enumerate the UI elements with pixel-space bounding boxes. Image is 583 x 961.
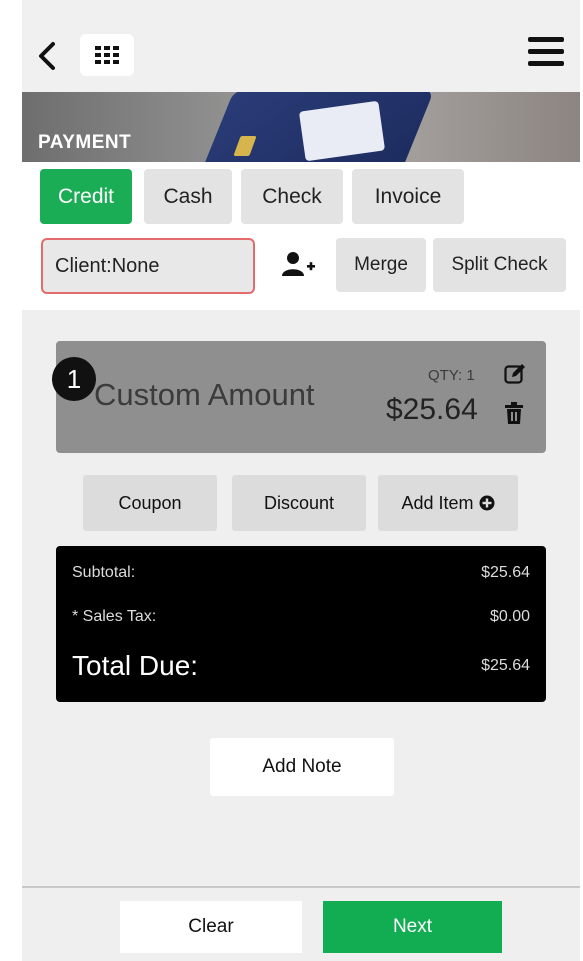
apps-grid-button[interactable] [80,34,134,76]
merge-button[interactable]: Merge [336,238,426,292]
coupon-button[interactable]: Coupon [83,475,217,531]
split-check-button[interactable]: Split Check [433,238,566,292]
payment-banner: PAYMENT [22,92,580,162]
payment-screen: PAYMENT Credit Cash Check Invoice Client… [22,0,580,961]
plus-circle-icon [479,495,495,511]
item-price: $25.64 [386,393,478,426]
add-item-button[interactable]: Add Item [378,475,518,531]
total-due-label: Total Due: [72,650,199,681]
clear-button[interactable]: Clear [120,901,302,953]
tab-credit[interactable]: Credit [40,169,132,224]
top-bar [22,0,580,92]
add-note-button[interactable]: Add Note [210,738,394,796]
hamburger-menu-icon[interactable] [528,37,564,69]
trash-icon[interactable] [504,401,524,425]
subtotal-label: Subtotal: [72,564,136,581]
client-field[interactable]: Client:None [41,238,255,294]
item-number-badge: 1 [52,357,96,401]
add-item-label: Add Item [401,492,474,513]
discount-button[interactable]: Discount [232,475,366,531]
grid-icon [95,46,119,64]
sales-tax-label: * Sales Tax: [72,608,157,625]
tab-cash[interactable]: Cash [144,169,232,224]
totals-panel: Subtotal: $25.64 * Sales Tax: $0.00 Tota… [56,546,546,702]
client-row: Client:None Merge Split Check [22,230,580,310]
footer-bar: Clear Next [22,888,580,961]
tab-check[interactable]: Check [241,169,343,224]
item-qty: QTY: 1 [428,367,475,384]
subtotal-value: $25.64 [481,564,530,581]
next-button[interactable]: Next [323,901,502,953]
total-due-value: $25.64 [481,657,530,674]
line-item[interactable]: Custom Amount QTY: 1 $25.64 [56,341,546,453]
chevron-left-icon[interactable] [36,36,58,76]
edit-icon[interactable] [504,363,526,385]
page-title: PAYMENT [38,132,132,153]
item-name: Custom Amount [94,377,315,412]
sales-tax-value: $0.00 [489,608,530,625]
tab-invoice[interactable]: Invoice [352,169,464,224]
add-user-icon[interactable] [281,250,317,280]
payment-method-tabs: Credit Cash Check Invoice [22,162,580,230]
